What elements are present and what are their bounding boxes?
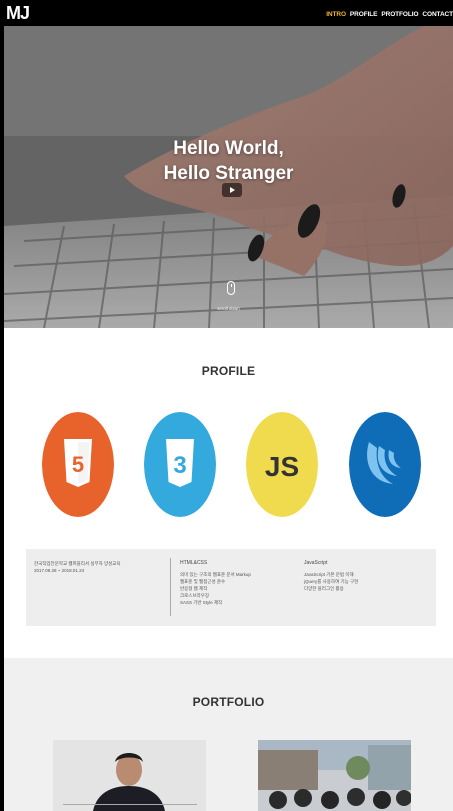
jquery-icon bbox=[349, 412, 421, 517]
portfolio-thumb-portrait[interactable] bbox=[53, 740, 206, 811]
top-nav: MJ INTRO PROFILE PROTFOLIO CONTACT bbox=[0, 0, 453, 26]
play-icon[interactable] bbox=[222, 183, 242, 197]
scroll-down-label[interactable]: scroll down bbox=[4, 306, 453, 312]
info-col-htmlcss: HTML&CSS 의미 있는 구조의 웹표준 문서 Markup 웹표준 및 웹… bbox=[180, 560, 251, 606]
javascript-item: 다양한 플러그인 활용 bbox=[304, 586, 344, 591]
javascript-head: JavaScript bbox=[304, 560, 328, 566]
htmlcss-item: 의미 있는 구조의 웹표준 문서 Markup bbox=[180, 572, 251, 577]
svg-text:3: 3 bbox=[173, 452, 186, 479]
profile-info-box: 한국직업전문학교 웹퍼블리셔 실무자 양성교육 2017.08.28 ~ 201… bbox=[26, 549, 436, 626]
hero-section: Hello World, Hello Stranger scroll down bbox=[4, 26, 453, 328]
nav-item-intro[interactable]: INTRO bbox=[326, 11, 346, 19]
nav-item-profile[interactable]: PROFILE bbox=[350, 11, 378, 19]
htmlcss-item: SASS 기반 Style 제작 bbox=[180, 600, 223, 605]
css3-icon: 3 bbox=[144, 412, 216, 517]
htmlcss-head: HTML&CSS bbox=[180, 560, 208, 566]
html5-icon: 5 bbox=[42, 412, 114, 517]
svg-text:5: 5 bbox=[72, 452, 84, 477]
javascript-item: JavaScript 기본 문법 이해 bbox=[304, 572, 354, 577]
portfolio-thumb-group-photo[interactable] bbox=[258, 740, 411, 811]
logo[interactable]: MJ bbox=[6, 4, 30, 22]
htmlcss-item: 크로스브라우징 bbox=[180, 593, 209, 598]
info-col-education: 한국직업전문학교 웹퍼블리셔 실무자 양성교육 2017.08.28 ~ 201… bbox=[34, 560, 121, 574]
info-col-javascript: JavaScript JavaScript 기본 문법 이해 jQuery를 사… bbox=[304, 560, 358, 592]
portfolio-title: PORTFOLIO bbox=[192, 695, 265, 709]
nav-menu: INTRO PROFILE PROTFOLIO CONTACT bbox=[326, 11, 453, 19]
svg-text:JS: JS bbox=[265, 451, 299, 482]
hero-title: Hello World, Hello Stranger bbox=[4, 136, 453, 186]
profile-title: PROFILE bbox=[201, 364, 256, 378]
info-divider bbox=[170, 558, 171, 616]
javascript-icon: JS bbox=[246, 412, 318, 517]
hero-title-line1: Hello World, bbox=[173, 138, 284, 159]
mouse-scroll-icon[interactable] bbox=[227, 281, 235, 295]
education-period: 2017.08.28 ~ 2018.01.24 bbox=[34, 568, 85, 573]
htmlcss-item: 웹표준 및 웹접근성 준수 bbox=[180, 579, 226, 584]
javascript-item: jQuery를 사용하여 기능 구현 bbox=[304, 579, 359, 584]
profile-section: PROFILE 5 3 JS 한국직업전문학교 웹퍼블리셔 실무자 양성교육 2… bbox=[4, 328, 453, 658]
nav-item-portfolio[interactable]: PROTFOLIO bbox=[381, 11, 418, 19]
nav-item-contact[interactable]: CONTACT bbox=[422, 11, 453, 19]
education-title: 한국직업전문학교 웹퍼블리셔 실무자 양성교육 bbox=[34, 561, 121, 566]
htmlcss-item: 반응형 웹 제작 bbox=[180, 586, 208, 591]
portfolio-section: PORTFOLIO bbox=[4, 658, 453, 811]
